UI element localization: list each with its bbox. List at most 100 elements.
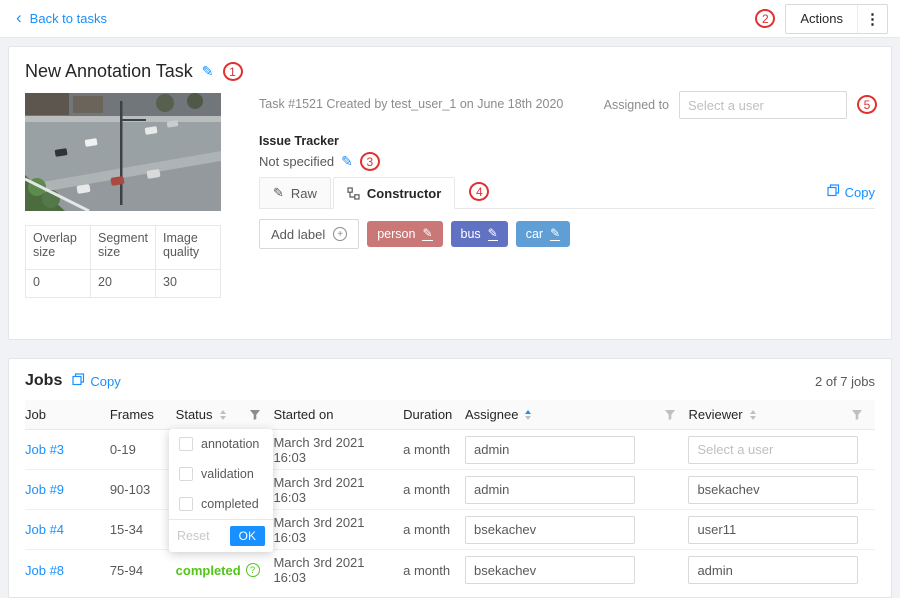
edit-label-icon[interactable]: ✎ bbox=[550, 227, 560, 241]
reviewer-sort-control[interactable] bbox=[750, 410, 756, 420]
task-meta: Task #1521 Created by test_user_1 on Jun… bbox=[259, 97, 563, 111]
labels-copy-button[interactable]: Copy bbox=[827, 184, 875, 200]
status-filter-dropdown: annotation validation completed Reset OK bbox=[169, 429, 273, 552]
column-duration: Duration bbox=[403, 407, 465, 422]
param-value-segment: 20 bbox=[91, 270, 156, 298]
task-params-table: Overlap size Segment size Image quality … bbox=[25, 225, 221, 298]
filter-option-completed[interactable]: completed bbox=[169, 489, 273, 519]
job-link[interactable]: Job #9 bbox=[25, 482, 64, 497]
checkbox-icon[interactable] bbox=[179, 497, 193, 511]
add-label-text: Add label bbox=[271, 227, 325, 242]
checkbox-icon[interactable] bbox=[179, 467, 193, 481]
annotation-5: 5 bbox=[857, 95, 877, 114]
tab-constructor[interactable]: Constructor bbox=[333, 177, 455, 209]
param-header-overlap: Overlap size bbox=[26, 226, 91, 270]
question-circle-icon[interactable]: ? bbox=[246, 563, 260, 577]
column-frames: Frames bbox=[110, 407, 176, 422]
started-on-value: March 3rd 2021 16:03 bbox=[273, 555, 395, 585]
column-reviewer: Reviewer bbox=[688, 407, 875, 422]
checkbox-icon[interactable] bbox=[179, 437, 193, 451]
pencil-icon: ✎ bbox=[273, 185, 284, 201]
assignee-select[interactable] bbox=[465, 516, 635, 544]
filter-option-annotation[interactable]: annotation bbox=[169, 429, 273, 459]
label-badge-car[interactable]: car ✎ bbox=[516, 221, 570, 247]
frames-value: 90-103 bbox=[110, 482, 150, 497]
param-value-quality: 30 bbox=[156, 270, 221, 298]
annotation-3: 3 bbox=[360, 152, 380, 171]
add-label-button[interactable]: Add label + bbox=[259, 219, 359, 249]
issue-tracker-label: Issue Tracker bbox=[259, 134, 339, 148]
edit-issue-tracker-icon[interactable]: ✎ bbox=[341, 153, 353, 170]
assignee-select[interactable] bbox=[465, 556, 635, 584]
job-row: Job #3 0-19 March 3rd 2021 16:03 a month bbox=[25, 430, 875, 470]
param-header-quality: Image quality bbox=[156, 226, 221, 270]
more-vertical-icon[interactable]: ⋮ bbox=[857, 5, 887, 33]
status-sort-control[interactable] bbox=[220, 410, 226, 420]
status-filter-icon[interactable] bbox=[249, 409, 261, 421]
filter-option-label: validation bbox=[201, 467, 254, 481]
task-assignee-select[interactable] bbox=[679, 91, 847, 119]
back-chevron-icon: ‹ bbox=[16, 9, 22, 26]
annotation-1: 1 bbox=[223, 62, 243, 81]
param-value-overlap: 0 bbox=[26, 270, 91, 298]
reviewer-select[interactable] bbox=[688, 436, 858, 464]
reviewer-filter-icon[interactable] bbox=[851, 409, 863, 421]
label-badge-person[interactable]: person ✎ bbox=[367, 221, 442, 247]
copy-icon bbox=[72, 373, 85, 389]
filter-option-validation[interactable]: validation bbox=[169, 459, 273, 489]
job-link[interactable]: Job #3 bbox=[25, 442, 64, 457]
reviewer-select[interactable] bbox=[688, 556, 858, 584]
label-name: car bbox=[526, 227, 543, 241]
reviewer-select[interactable] bbox=[688, 476, 858, 504]
reviewer-select[interactable] bbox=[688, 516, 858, 544]
edit-title-icon[interactable]: ✎ bbox=[202, 63, 214, 80]
status-value: completed bbox=[176, 563, 241, 578]
label-badge-bus[interactable]: bus ✎ bbox=[451, 221, 508, 247]
jobs-table-header: Job Frames Status Started on Duration As… bbox=[25, 400, 875, 430]
labels-constructor: Add label + person ✎ bus ✎ car ✎ bbox=[259, 219, 570, 249]
filter-ok-button[interactable]: OK bbox=[230, 526, 265, 546]
edit-label-icon[interactable]: ✎ bbox=[488, 227, 498, 241]
jobs-title: Jobs bbox=[25, 372, 62, 390]
filter-reset-button[interactable]: Reset bbox=[177, 529, 210, 543]
filter-option-label: annotation bbox=[201, 437, 259, 451]
jobs-count: 2 of 7 jobs bbox=[815, 374, 875, 389]
back-to-tasks-label: Back to tasks bbox=[30, 11, 107, 26]
job-link[interactable]: Job #4 bbox=[25, 522, 64, 537]
job-link[interactable]: Job #8 bbox=[25, 563, 64, 578]
started-on-value: March 3rd 2021 16:03 bbox=[273, 435, 395, 465]
tab-constructor-label: Constructor bbox=[367, 186, 441, 201]
duration-value: a month bbox=[403, 522, 450, 537]
assignee-filter-icon[interactable] bbox=[664, 409, 676, 421]
tab-raw[interactable]: ✎ Raw bbox=[259, 177, 331, 209]
jobs-header: Jobs Copy 2 of 7 jobs bbox=[9, 359, 891, 400]
assignee-select[interactable] bbox=[465, 436, 635, 464]
job-row: Job #4 15-34 March 3rd 2021 16:03 a mont… bbox=[25, 510, 875, 550]
edit-label-icon[interactable]: ✎ bbox=[422, 227, 432, 241]
job-row: Job #9 90-103 March 3rd 2021 16:03 a mon… bbox=[25, 470, 875, 510]
jobs-card: Jobs Copy 2 of 7 jobs Job Frames Status bbox=[8, 358, 892, 598]
task-preview-image bbox=[25, 93, 221, 211]
actions-label: Actions bbox=[786, 11, 857, 26]
assigned-to-label: Assigned to bbox=[604, 98, 669, 112]
column-frames-label: Frames bbox=[110, 407, 154, 422]
back-to-tasks-link[interactable]: ‹ Back to tasks bbox=[16, 11, 107, 26]
column-assignee-label: Assignee bbox=[465, 407, 518, 422]
actions-button[interactable]: Actions ⋮ bbox=[785, 4, 888, 34]
copy-icon bbox=[827, 184, 840, 200]
jobs-table: Job Frames Status Started on Duration As… bbox=[25, 400, 875, 590]
column-duration-label: Duration bbox=[403, 407, 452, 422]
duration-value: a month bbox=[403, 442, 450, 457]
annotation-4: 4 bbox=[469, 182, 489, 201]
column-status-label: Status bbox=[176, 407, 213, 422]
assignee-select[interactable] bbox=[465, 476, 635, 504]
duration-value: a month bbox=[403, 482, 450, 497]
filter-option-label: completed bbox=[201, 497, 259, 511]
jobs-copy-button[interactable]: Copy bbox=[72, 373, 120, 389]
column-status: Status bbox=[176, 407, 274, 422]
status-completed: completed ? bbox=[176, 563, 260, 578]
copy-label: Copy bbox=[90, 374, 120, 389]
plus-circle-icon: + bbox=[333, 227, 347, 241]
assignee-sort-control[interactable] bbox=[525, 410, 531, 420]
issue-tracker-value: Not specified bbox=[259, 154, 334, 169]
